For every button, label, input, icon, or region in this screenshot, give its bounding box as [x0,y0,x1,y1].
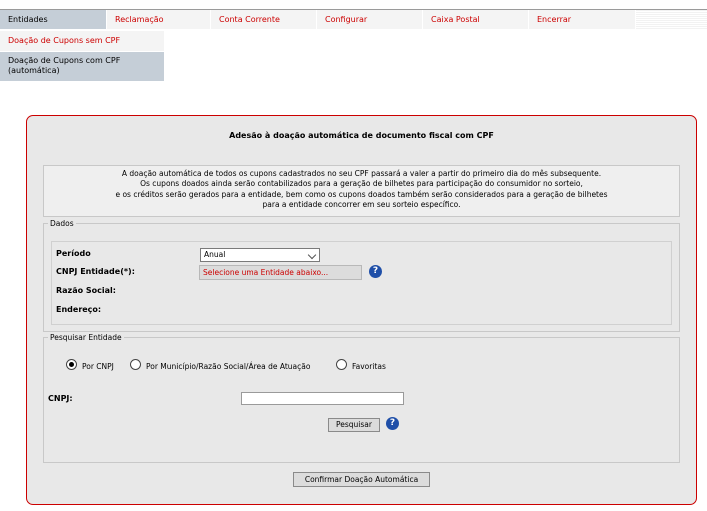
razao-social-label: Razão Social: [56,286,116,295]
periodo-select[interactable]: Anual [200,248,320,262]
radio-label-por-cnpj: Por CNPJ [82,362,114,371]
periodo-label: Período [56,249,91,258]
radio-por-municipio[interactable] [130,359,141,370]
help-icon[interactable]: ? [369,265,382,278]
tab-caixa-postal[interactable]: Caixa Postal [423,10,529,29]
periodo-value: Anual [204,250,226,259]
info-line: A doação automática de todos os cupons c… [121,169,602,178]
cnpj-entidade-label: CNPJ Entidade(*): [56,267,135,276]
submenu-doacao-com-cpf[interactable]: Doação de Cupons com CPF (automática) [0,52,164,81]
confirm-doacao-button[interactable]: Confirmar Doação Automática [293,472,430,487]
tab-configurar[interactable]: Configurar [317,10,423,29]
radio-por-cnpj[interactable] [66,359,77,370]
help-icon[interactable]: ? [386,417,399,430]
info-line: e os créditos serão gerados para a entid… [115,189,608,199]
entidade-selector[interactable]: Selecione uma Entidade abaixo... [199,265,362,280]
radio-label-favoritas: Favoritas [352,362,386,371]
dados-inner-box [51,241,672,325]
menu-filler [636,10,707,29]
chevron-down-icon [307,250,317,260]
top-menu-bar: Entidades Reclamação Conta Corrente Conf… [0,9,707,30]
panel-title: Adesão à doação automática de documento … [229,131,494,140]
submenu-label-line1: Doação de Cupons com CPF [8,56,121,65]
tab-conta-corrente[interactable]: Conta Corrente [211,10,317,29]
tab-entidades[interactable]: Entidades [0,10,107,29]
submenu-label-line2: (automática) [8,66,60,75]
dados-legend: Dados [50,219,74,228]
cnpj-label: CNPJ: [48,394,73,403]
tab-reclamacao[interactable]: Reclamação [107,10,211,29]
tab-encerrar[interactable]: Encerrar [529,10,636,29]
pesquisar-button[interactable]: Pesquisar [328,418,380,432]
radio-selected-dot [69,362,74,367]
radio-favoritas[interactable] [336,359,347,370]
cnpj-input[interactable] [241,392,404,405]
radio-label-por-municipio: Por Município/Razão Social/Área de Atuaç… [146,362,311,371]
endereco-label: Endereço: [56,305,102,314]
pesquisar-legend: Pesquisar Entidade [50,333,122,342]
info-line: para a entidade concorrer em seu sorteio… [262,199,461,209]
info-line: Os cupons doados ainda serão contabiliza… [140,179,583,189]
submenu-doacao-sem-cpf[interactable]: Doação de Cupons sem CPF [0,31,164,51]
info-text-box: A doação automática de todos os cupons c… [43,165,680,217]
